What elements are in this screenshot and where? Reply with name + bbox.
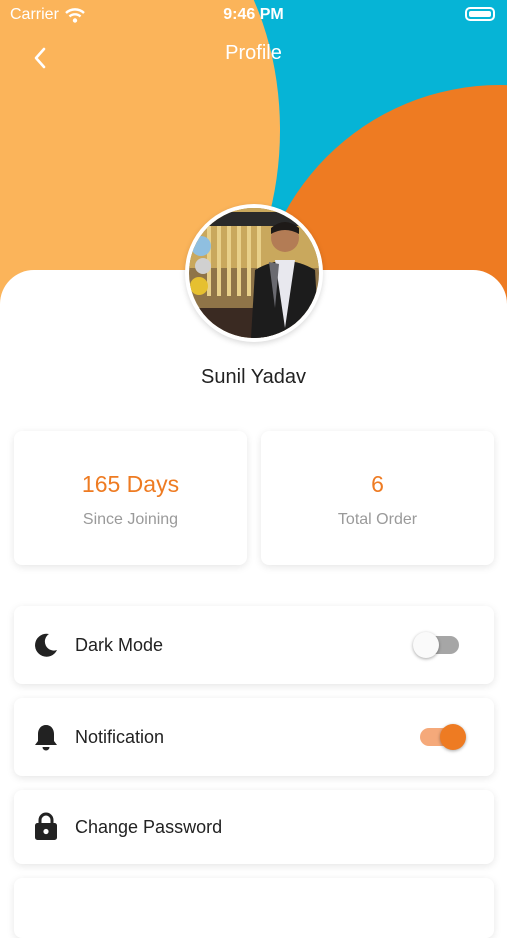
profile-name: Sunil Yadav bbox=[201, 366, 306, 388]
setting-row-notification[interactable]: Notification bbox=[14, 698, 494, 776]
moon-icon bbox=[32, 631, 60, 659]
setting-label: Dark Mode bbox=[75, 635, 164, 655]
profile-photo bbox=[189, 208, 319, 338]
stat-card-orders[interactable]: 6 Total Order bbox=[261, 431, 494, 565]
stat-label: Total Order bbox=[337, 511, 418, 528]
battery-icon bbox=[465, 7, 495, 21]
stat-value: 165 Days bbox=[81, 471, 180, 497]
status-time: 9:46 PM bbox=[223, 6, 284, 23]
bell-icon bbox=[32, 723, 60, 751]
stat-label: Since Joining bbox=[82, 511, 179, 528]
setting-row-dark-mode[interactable]: Dark Mode bbox=[14, 606, 494, 684]
lock-icon bbox=[32, 812, 60, 840]
setting-label: Notification bbox=[75, 727, 165, 747]
status-bar: Carrier 9:46 PM bbox=[0, 0, 507, 30]
avatar[interactable] bbox=[185, 204, 323, 342]
setting-row-change-password[interactable]: Change Password bbox=[14, 790, 494, 864]
page-title: Profile bbox=[225, 42, 282, 64]
setting-label: Change Password bbox=[75, 817, 223, 837]
stat-card-joining: 165 Days Since Joining bbox=[14, 431, 247, 565]
setting-row-partial[interactable] bbox=[14, 878, 494, 938]
stat-value: 6 bbox=[371, 471, 384, 497]
notification-toggle[interactable] bbox=[416, 722, 466, 752]
dark-mode-toggle[interactable] bbox=[413, 630, 463, 660]
top-bar: Profile bbox=[0, 30, 507, 80]
